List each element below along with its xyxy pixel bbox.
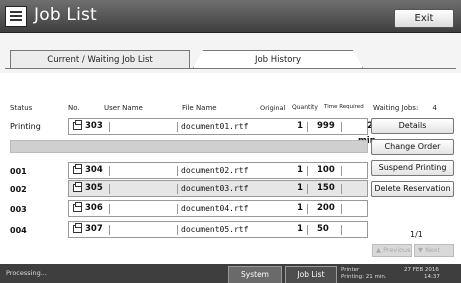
status-time: 14:37 <box>424 274 440 280</box>
printer-job-icon <box>73 202 82 212</box>
quantity: 999 <box>317 121 335 131</box>
delete-reservation-button[interactable]: Delete Reservation <box>371 181 454 197</box>
file-name: document01.rtf <box>181 122 249 131</box>
job-number: 304 <box>85 165 103 175</box>
printing-time: Printing: 21 min. <box>341 274 387 280</box>
printing-progress-band <box>10 140 368 153</box>
job-number: 303 <box>85 121 103 131</box>
tab-job-history[interactable]: Job History <box>193 50 363 68</box>
printer-job-icon <box>73 120 82 130</box>
exit-button[interactable]: Exit <box>394 9 454 28</box>
header-file-name: File Name <box>182 104 217 112</box>
table-row[interactable]: 307 document05.rtf 1 50 <box>68 221 368 238</box>
header-user-name: User Name <box>104 104 143 112</box>
title-bar: Job List Exit <box>0 0 461 33</box>
file-name: document05.rtf <box>181 225 249 234</box>
suspend-printing-button[interactable]: Suspend Printing <box>371 160 454 176</box>
details-button[interactable]: Details <box>371 118 454 134</box>
row-status: Printing <box>10 122 41 131</box>
printer-job-icon <box>73 223 82 233</box>
printer-job-icon <box>73 164 82 174</box>
header-time-required: Time Required <box>324 104 364 110</box>
job-list-button[interactable]: Job List <box>285 266 337 283</box>
waiting-label: Waiting Jobs: <box>373 104 419 112</box>
job-number: 305 <box>85 183 103 193</box>
header-no: No. <box>68 104 80 112</box>
header-status: Status <box>10 104 33 112</box>
original-count: 1 <box>297 121 303 131</box>
row-status: 003 <box>10 205 27 214</box>
waiting-jobs: Waiting Jobs: 4 <box>373 104 437 112</box>
system-status-button[interactable]: System Status <box>228 266 282 283</box>
row-status: 001 <box>10 167 27 176</box>
table-row[interactable]: 306 document04.rtf 1 200 <box>68 200 368 217</box>
printer-job-icon <box>73 182 82 192</box>
tab-current-waiting[interactable]: Current / Waiting Job List <box>10 50 190 68</box>
header-original: Original <box>260 104 286 112</box>
row-status: 002 <box>10 185 27 194</box>
file-name: document02.rtf <box>181 166 249 175</box>
table-row[interactable]: 303 document01.rtf 1 999 21 min. <box>68 118 379 146</box>
table-row[interactable]: 304 document02.rtf 1 100 <box>68 162 368 179</box>
quantity: 50 <box>317 224 329 234</box>
page-title: Job List <box>34 5 97 25</box>
tab-bar: Current / Waiting Job List Job History <box>0 33 461 73</box>
change-order-button[interactable]: Change Order <box>371 139 454 155</box>
waiting-count: 4 <box>432 104 438 112</box>
table-row[interactable]: 305 document03.rtf 1 150 <box>68 180 368 197</box>
job-number: 306 <box>85 203 103 213</box>
quantity: 100 <box>317 165 335 175</box>
status-message: Processing... <box>6 269 47 277</box>
original-count: 1 <box>297 224 303 234</box>
previous-button[interactable]: ▲ Previous <box>372 244 412 257</box>
status-date: 27 FEB 2016 <box>404 267 439 273</box>
quantity: 200 <box>317 203 335 213</box>
original-count: 1 <box>297 165 303 175</box>
header-quantity: Quantity <box>292 104 318 111</box>
file-name: document04.rtf <box>181 204 249 213</box>
status-bar: Processing... System Status Job List Pri… <box>0 264 461 283</box>
printer-label: Printer <box>341 267 360 273</box>
page-indicator: 1/1 <box>410 230 423 239</box>
file-name: document03.rtf <box>181 184 249 193</box>
next-button[interactable]: ▼ Next <box>414 244 454 257</box>
quantity: 150 <box>317 183 335 193</box>
tab-divider <box>5 68 456 69</box>
original-count: 1 <box>297 203 303 213</box>
job-list-icon <box>5 6 27 27</box>
row-status: 004 <box>10 226 27 235</box>
original-count: 1 <box>297 183 303 193</box>
job-number: 307 <box>85 224 103 234</box>
